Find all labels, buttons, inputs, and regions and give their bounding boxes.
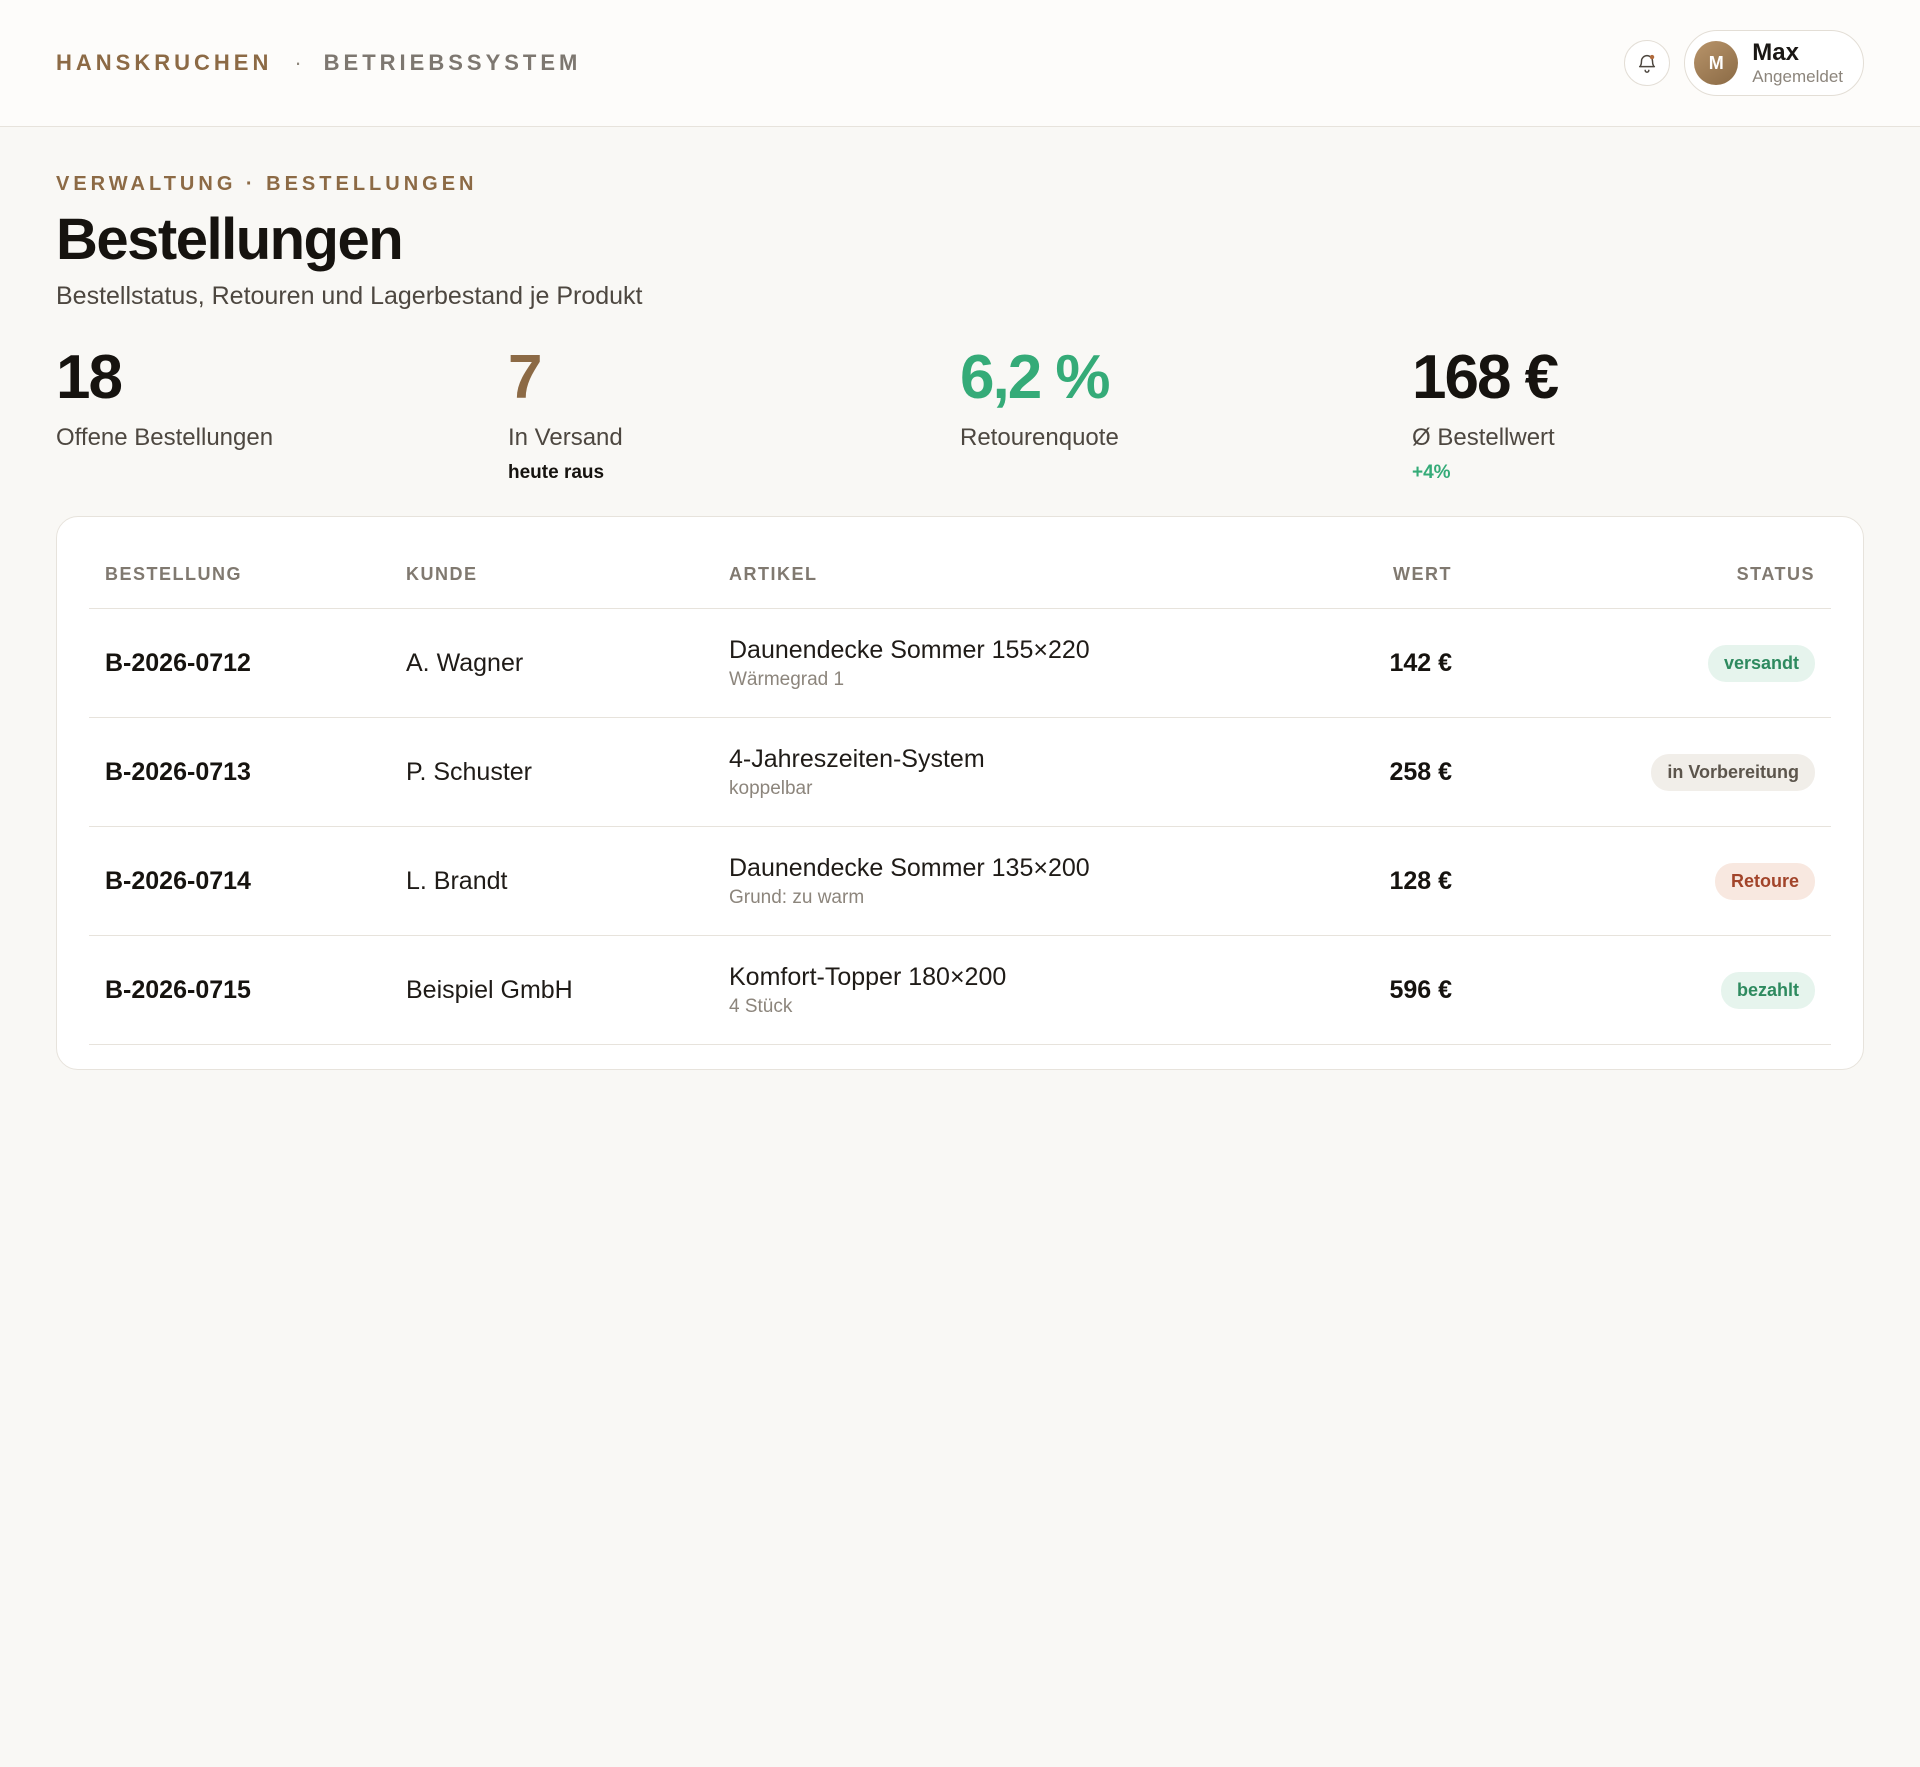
kpi-label: Retourenquote: [960, 423, 1119, 451]
brand-separator: ·: [294, 50, 302, 75]
kpi-value: 7: [508, 342, 542, 412]
column-header-customer[interactable]: KUNDE: [390, 540, 713, 610]
kpi-average-order-value: 168 € Ø Bestellwert +4%: [1412, 345, 1864, 484]
page-subtitle: Bestellstatus, Retouren und Lagerbestand…: [56, 281, 643, 310]
user-menu[interactable]: M Max Angemeldet: [1684, 30, 1864, 96]
kpi-row: 18 Offene Bestellungen 7 In Versand heut…: [56, 345, 1864, 484]
table-row[interactable]: B-2026-0715 Beispiel GmbH Komfort-Topper…: [89, 935, 1831, 1046]
table-header-row: BESTELLUNG KUNDE ARTIKEL WERT STATUS: [89, 540, 1831, 610]
kpi-return-rate: 6,2 % Retourenquote: [960, 345, 1412, 484]
orders-table: BESTELLUNG KUNDE ARTIKEL WERT STATUS B-2…: [89, 540, 1831, 1046]
article-name: 4-Jahreszeiten-System: [729, 744, 985, 773]
brand-system-name: BETRIEBSSYSTEM: [323, 50, 582, 75]
order-id[interactable]: B-2026-0713: [105, 758, 251, 786]
main-content: VERWALTUNG · BESTELLUNGEN Bestellungen B…: [0, 127, 1920, 1071]
user-name: Max: [1752, 39, 1799, 67]
kpi-label: Ø Bestellwert: [1412, 423, 1555, 451]
kpi-shipping: 7 In Versand heute raus: [508, 345, 960, 484]
article-name: Komfort-Topper 180×200: [729, 962, 1007, 991]
page-title: Bestellungen: [56, 207, 404, 272]
notifications-button[interactable]: [1624, 40, 1671, 86]
user-status: Angemeldet: [1752, 67, 1843, 87]
table-row[interactable]: B-2026-0713 P. Schuster 4-Jahreszeiten-S…: [89, 717, 1831, 828]
top-bar: HANSKRUCHEN · BETRIEBSSYSTEM M Max Angem…: [0, 0, 1920, 127]
brand: HANSKRUCHEN · BETRIEBSSYSTEM: [56, 50, 581, 76]
column-header-status[interactable]: STATUS: [1468, 540, 1831, 610]
order-id[interactable]: B-2026-0714: [105, 867, 251, 895]
customer-name: L. Brandt: [406, 866, 508, 895]
kpi-label: Offene Bestellungen: [56, 423, 274, 451]
column-header-order[interactable]: BESTELLUNG: [89, 540, 390, 610]
column-header-value[interactable]: WERT: [1233, 540, 1468, 610]
status-badge: Retoure: [1714, 862, 1815, 900]
kpi-open-orders: 18 Offene Bestellungen: [56, 345, 508, 484]
order-id[interactable]: B-2026-0712: [105, 649, 251, 677]
brand-name[interactable]: HANSKRUCHEN: [56, 50, 272, 76]
customer-name: Beispiel GmbH: [406, 975, 573, 1004]
customer-name: P. Schuster: [406, 757, 533, 786]
status-badge: bezahlt: [1720, 971, 1815, 1009]
user-info: Max Angemeldet: [1752, 39, 1843, 86]
article-detail: koppelbar: [729, 777, 813, 799]
kpi-note: heute raus: [508, 461, 605, 483]
status-badge: versandt: [1707, 644, 1815, 682]
order-value: 142 €: [1389, 648, 1452, 677]
customer-name: A. Wagner: [406, 648, 524, 677]
header-actions: M Max Angemeldet: [1624, 30, 1864, 96]
kpi-value: 168 €: [1412, 342, 1559, 412]
kpi-value: 6,2 %: [960, 342, 1111, 412]
column-header-article[interactable]: ARTIKEL: [713, 540, 1233, 610]
table-row[interactable]: B-2026-0714 L. Brandt Daunendecke Sommer…: [89, 826, 1831, 937]
orders-card: BESTELLUNG KUNDE ARTIKEL WERT STATUS B-2…: [56, 515, 1864, 1071]
avatar: M: [1694, 41, 1739, 85]
breadcrumb: VERWALTUNG · BESTELLUNGEN: [56, 173, 478, 195]
kpi-trend: +4%: [1412, 461, 1451, 483]
kpi-label: In Versand: [508, 423, 623, 451]
order-id[interactable]: B-2026-0715: [105, 976, 251, 1004]
status-badge: in Vorbereitung: [1651, 753, 1815, 791]
article-name: Daunendecke Sommer 155×220: [729, 635, 1090, 664]
article-detail: Wärmegrad 1: [729, 668, 845, 690]
bell-icon: [1639, 54, 1656, 73]
kpi-value: 18: [56, 342, 123, 412]
order-value: 258 €: [1389, 757, 1452, 786]
article-detail: 4 Stück: [729, 995, 793, 1017]
article-name: Daunendecke Sommer 135×200: [729, 853, 1090, 882]
order-value: 128 €: [1389, 866, 1452, 895]
article-detail: Grund: zu warm: [729, 886, 865, 908]
table-row[interactable]: B-2026-0712 A. Wagner Daunendecke Sommer…: [89, 608, 1831, 719]
order-value: 596 €: [1389, 975, 1452, 1004]
